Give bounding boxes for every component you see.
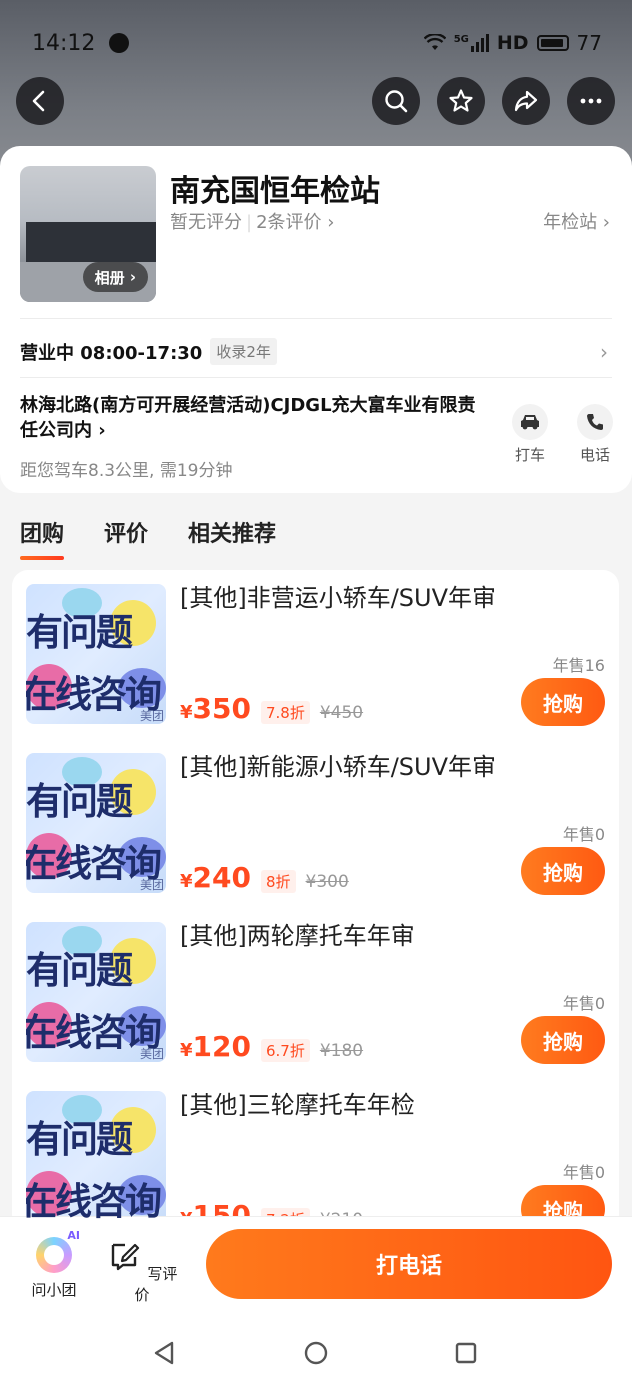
write-review-button[interactable]: 写评价 xyxy=(102,1237,182,1305)
status-time: 14:12 xyxy=(32,30,96,56)
deal-item[interactable]: 有问题 在线咨询 美团 [其他]非营运小轿车/SUV年审 ¥350 7.8折 ¥… xyxy=(12,570,619,739)
discount-badge: 7.8折 xyxy=(260,701,310,724)
status-bar: 14:12 5G HD 77 xyxy=(32,26,602,60)
deal-title: [其他]新能源小轿车/SUV年审 xyxy=(180,753,497,781)
deal-title: [其他]非营运小轿车/SUV年审 xyxy=(180,584,497,612)
deal-title: [其他]三轮摩托车年检 xyxy=(180,1091,415,1119)
battery-level: 77 xyxy=(576,31,602,55)
store-card: 相册 › 南充国恒年检站 暂无评分 | 2条评价 › 年检站 › 营业中 08:00… xyxy=(0,146,632,493)
buy-button[interactable]: 抢购 xyxy=(521,1016,605,1064)
deal-title: [其他]两轮摩托车年审 xyxy=(180,922,415,950)
bottom-action-bar: AI 问小团 写评价 打电话 xyxy=(0,1216,632,1316)
album-button[interactable]: 相册 › xyxy=(82,262,148,292)
car-icon xyxy=(521,415,539,430)
sales-count: 年售0 xyxy=(562,994,605,1013)
back-arrow-icon xyxy=(32,90,45,112)
call-button[interactable]: 打电话 xyxy=(206,1229,612,1299)
signal-icon: 5G xyxy=(454,34,489,52)
phone-icon xyxy=(587,414,603,430)
original-price: ¥180 xyxy=(319,1041,364,1061)
divider xyxy=(20,318,612,319)
business-hours[interactable]: 营业中 08:00-17:30 收录2年 xyxy=(20,338,277,365)
ai-badge: AI xyxy=(67,1229,80,1242)
store-name: 南充国恒年检站 xyxy=(170,174,380,209)
sales-count: 年售16 xyxy=(552,656,605,675)
network-type: 5G xyxy=(453,34,469,45)
deal-item[interactable]: 有问题 在线咨询 美团 [其他]两轮摩托车年审 ¥120 6.7折 ¥180 年… xyxy=(12,908,619,1077)
reviews-link[interactable]: 2条评价 xyxy=(256,212,321,233)
search-icon xyxy=(385,90,408,113)
back-triangle-icon[interactable] xyxy=(152,1340,176,1366)
deal-image: 有问题 在线咨询 美团 xyxy=(26,1091,166,1230)
tab-bar: 团购 评价 相关推荐 xyxy=(20,516,276,560)
deal-price: ¥350 7.8折 ¥450 xyxy=(180,692,364,725)
assistant-icon xyxy=(36,1237,72,1273)
divider xyxy=(20,377,612,378)
star-icon xyxy=(449,89,473,112)
tab-reviews[interactable]: 评价 xyxy=(104,516,148,548)
store-photo[interactable]: 相册 › xyxy=(20,166,156,302)
building-illustration xyxy=(26,222,156,262)
system-navigation-bar xyxy=(0,1316,632,1390)
sales-count: 年售0 xyxy=(562,825,605,844)
ask-assistant-button[interactable]: AI 问小团 xyxy=(14,1229,94,1300)
distance-text: 距您驾车8.3公里, 需19分钟 xyxy=(20,461,233,481)
buy-button[interactable]: 抢购 xyxy=(521,847,605,895)
sales-count: 年售0 xyxy=(562,1163,605,1182)
deal-image: 有问题 在线咨询 美团 xyxy=(26,584,166,724)
listed-tag: 收录2年 xyxy=(210,338,277,365)
deal-item[interactable]: 有问题 在线咨询 美团 [其他]新能源小轿车/SUV年审 ¥240 8折 ¥30… xyxy=(12,739,619,908)
hd-indicator: HD xyxy=(496,32,529,54)
tab-recommendations[interactable]: 相关推荐 xyxy=(188,516,276,548)
store-address[interactable]: 林海北路(南方可开展经营活动)CJDGL充大富车业有限责任公司内 › xyxy=(20,393,490,443)
share-button[interactable] xyxy=(502,77,550,125)
deal-item[interactable]: 有问题 在线咨询 美团 [其他]三轮摩托车年检 ¥150 7.2折 ¥210 年… xyxy=(12,1077,619,1230)
wifi-icon xyxy=(423,34,446,50)
recents-square-icon[interactable] xyxy=(454,1340,478,1366)
deal-price: ¥120 6.7折 ¥180 xyxy=(180,1030,364,1063)
deal-price: ¥240 8折 ¥300 xyxy=(180,861,349,894)
category-link[interactable]: 年检站 › xyxy=(543,208,610,234)
discount-badge: 8折 xyxy=(260,870,296,893)
deal-image: 有问题 在线咨询 美团 xyxy=(26,753,166,893)
share-icon xyxy=(514,90,538,112)
deal-list: 有问题 在线咨询 美团 [其他]非营运小轿车/SUV年审 ¥350 7.8折 ¥… xyxy=(12,570,619,1230)
original-price: ¥300 xyxy=(305,872,349,892)
buy-button[interactable]: 抢购 xyxy=(521,678,605,726)
edit-icon xyxy=(111,1243,139,1271)
rating-text: 暂无评分 xyxy=(170,212,242,233)
phone-button[interactable]: 电话 xyxy=(575,404,615,465)
chevron-right-icon[interactable]: › xyxy=(600,340,608,364)
original-price: ¥450 xyxy=(319,703,364,723)
discount-badge: 6.7折 xyxy=(260,1039,310,1062)
search-button[interactable] xyxy=(372,77,420,125)
deal-image: 有问题 在线咨询 美团 xyxy=(26,922,166,1062)
notification-dot-icon xyxy=(109,33,130,53)
back-button[interactable] xyxy=(16,77,64,125)
rating-row: 暂无评分 | 2条评价 › xyxy=(170,212,335,233)
home-circle-icon[interactable] xyxy=(303,1340,329,1366)
tab-group-buy[interactable]: 团购 xyxy=(20,516,65,560)
more-icon xyxy=(580,98,602,104)
battery-icon xyxy=(536,35,569,51)
taxi-button[interactable]: 打车 xyxy=(510,404,550,465)
favorite-button[interactable] xyxy=(437,77,485,125)
more-button[interactable] xyxy=(567,77,615,125)
